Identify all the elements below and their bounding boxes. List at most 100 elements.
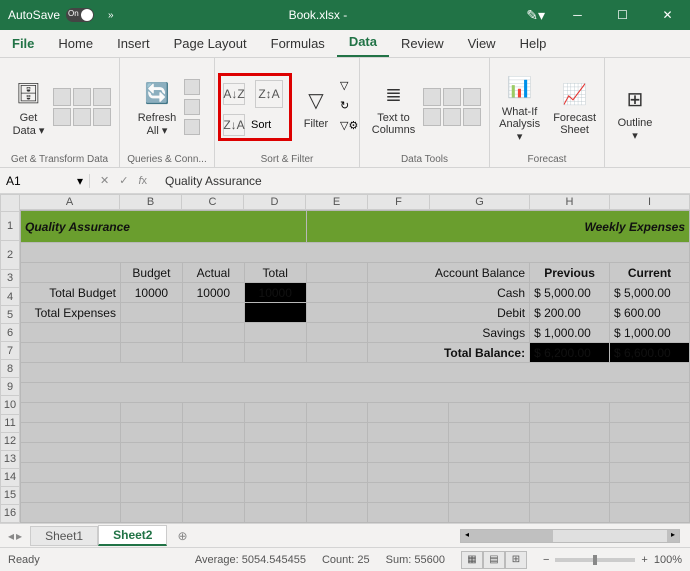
horizontal-scrollbar[interactable]: ◂ ▸ [460, 529, 680, 543]
external-data-icons[interactable] [53, 88, 111, 126]
get-data-button[interactable]: 🗄 Get Data ▾ [9, 76, 49, 139]
cell[interactable] [182, 343, 244, 363]
col-header[interactable]: F [368, 194, 430, 210]
cell[interactable] [182, 403, 244, 423]
cell[interactable]: Total Balance: [368, 343, 530, 363]
cell[interactable] [21, 323, 121, 343]
cell[interactable] [120, 443, 182, 463]
zoom-in-button[interactable]: + [641, 554, 647, 566]
sheet-tab-sheet2[interactable]: Sheet2 [98, 525, 167, 546]
tab-formulas[interactable]: Formulas [259, 30, 337, 57]
tab-page-layout[interactable]: Page Layout [162, 30, 259, 57]
cell[interactable]: 10000 [244, 283, 306, 303]
col-header[interactable]: A [20, 194, 120, 210]
cell[interactable] [21, 263, 121, 283]
draw-mode-icon[interactable]: ✎▾ [516, 7, 555, 24]
accept-formula-icon[interactable]: ✓ [119, 174, 128, 187]
cell[interactable] [306, 423, 368, 443]
cell[interactable] [182, 483, 244, 503]
sheet-tab-sheet1[interactable]: Sheet1 [30, 526, 98, 546]
data-tools-icons[interactable] [423, 88, 481, 126]
col-header[interactable]: E [306, 194, 368, 210]
add-sheet-button[interactable]: ⊕ [167, 529, 197, 543]
adv-filter-icons[interactable]: ▽ ↻ ▽⚙ [340, 79, 356, 135]
cell[interactable] [368, 423, 449, 443]
col-header[interactable]: B [120, 194, 182, 210]
cell[interactable]: Actual [182, 263, 244, 283]
cell[interactable]: $ 1,000.00 [610, 323, 690, 343]
tab-review[interactable]: Review [389, 30, 456, 57]
cell[interactable] [244, 463, 306, 483]
quick-access-more-icon[interactable]: » [102, 10, 120, 21]
outline-button[interactable]: ⊞ Outline ▾ [614, 81, 657, 144]
forecast-sheet-button[interactable]: 📈 Forecast Sheet [549, 76, 600, 138]
select-all-corner[interactable] [0, 194, 20, 212]
row-header[interactable]: 16 [0, 505, 20, 523]
cell[interactable] [449, 443, 530, 463]
cell[interactable] [21, 343, 121, 363]
cell[interactable] [368, 463, 449, 483]
cell[interactable] [182, 323, 244, 343]
name-box-dropdown-icon[interactable]: ▾ [77, 174, 83, 188]
row-header[interactable]: 1 [0, 212, 20, 241]
cell[interactable] [182, 303, 244, 323]
cell[interactable] [244, 423, 306, 443]
cell[interactable] [244, 503, 306, 523]
col-header[interactable]: G [430, 194, 530, 210]
cell[interactable] [530, 463, 610, 483]
cell[interactable] [306, 343, 368, 363]
cell[interactable]: $ 6,600.00 [610, 343, 690, 363]
cell[interactable] [610, 423, 690, 443]
cell[interactable] [306, 483, 368, 503]
cell[interactable] [244, 343, 306, 363]
cell[interactable]: Current [610, 263, 690, 283]
fx-icon[interactable]: fx [138, 175, 147, 187]
row-header[interactable]: 11 [0, 415, 20, 433]
cell[interactable] [530, 483, 610, 503]
tab-help[interactable]: Help [508, 30, 559, 57]
what-if-button[interactable]: 📊 What-If Analysis ▾ [494, 70, 545, 145]
cell[interactable] [244, 403, 306, 423]
cell[interactable] [120, 303, 182, 323]
cell[interactable] [306, 283, 368, 303]
row-header[interactable]: 15 [0, 487, 20, 505]
cell[interactable] [120, 503, 182, 523]
cell[interactable] [306, 323, 368, 343]
cell[interactable] [368, 483, 449, 503]
name-box[interactable]: A1▾ [0, 174, 90, 188]
row-header[interactable]: 5 [0, 306, 20, 324]
scroll-left-icon[interactable]: ◂ [461, 530, 473, 542]
cell[interactable] [120, 423, 182, 443]
minimize-button[interactable]: ─ [555, 0, 600, 30]
text-to-columns-button[interactable]: ≣ Text to Columns [368, 76, 419, 138]
cell[interactable]: Account Balance [368, 263, 530, 283]
cell[interactable] [610, 443, 690, 463]
sort-button[interactable]: Z↕A [251, 78, 287, 110]
cell[interactable] [306, 463, 368, 483]
queries-icons[interactable] [184, 79, 200, 135]
cell[interactable]: $ 6,200.00 [530, 343, 610, 363]
cell[interactable] [368, 443, 449, 463]
cell[interactable] [306, 503, 368, 523]
toggle-switch-icon[interactable] [66, 8, 94, 22]
row-header[interactable]: 2 [0, 241, 20, 270]
cell[interactable] [306, 303, 368, 323]
cell[interactable] [306, 403, 368, 423]
tab-insert[interactable]: Insert [105, 30, 162, 57]
cell[interactable] [21, 403, 121, 423]
cell[interactable]: $ 600.00 [610, 303, 690, 323]
cell[interactable]: Total [244, 263, 306, 283]
cell[interactable] [21, 383, 690, 403]
cell[interactable] [120, 463, 182, 483]
cell[interactable]: Previous [530, 263, 610, 283]
cell[interactable] [21, 463, 121, 483]
zoom-slider[interactable] [555, 558, 635, 562]
cell[interactable] [182, 463, 244, 483]
row-header[interactable]: 13 [0, 451, 20, 469]
cell[interactable] [610, 403, 690, 423]
cell[interactable] [182, 443, 244, 463]
view-page-break-button[interactable]: ⊞ [505, 551, 527, 569]
cell[interactable] [449, 423, 530, 443]
sort-asc-icon[interactable]: A↓Z [223, 83, 245, 105]
view-page-layout-button[interactable]: ▤ [483, 551, 505, 569]
